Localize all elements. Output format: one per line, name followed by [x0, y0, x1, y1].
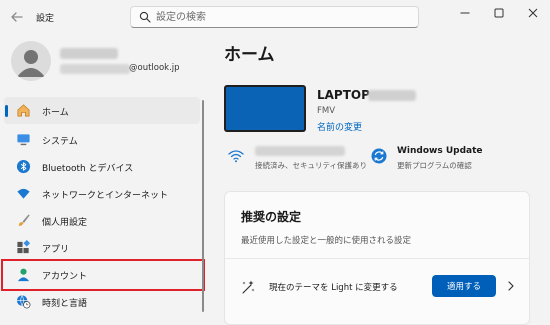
card-title: 推奨の設定 [241, 210, 302, 224]
sidebar-item-home[interactable]: ホーム [4, 97, 200, 124]
sidebar-item-label: ホーム [42, 108, 69, 118]
divider [225, 258, 529, 259]
title-bar: 設定 [0, 0, 550, 34]
sidebar-item-system[interactable]: システム [4, 126, 200, 153]
bluetooth-icon [16, 159, 31, 174]
selection-indicator [5, 105, 8, 117]
windows-update-status: 更新プログラムの確認 [397, 161, 472, 170]
minimize-icon [460, 12, 470, 14]
rename-link[interactable]: 名前の変更 [317, 120, 362, 133]
app-title: 設定 [36, 14, 55, 24]
accounts-highlight-box [1, 259, 205, 291]
brush-icon [18, 214, 30, 226]
monitor-icon [17, 134, 30, 146]
sidebar-item-label: 時刻と言語 [42, 299, 88, 309]
wifi-icon [17, 188, 30, 199]
profile-email: @outlook.jp [129, 63, 180, 73]
recommended-item-text: 現在のテーマを Light に変更する [269, 283, 398, 293]
recommended-settings-card: 推奨の設定 最近使用した設定と一般的に使用される設定 現在のテーマを Light… [224, 191, 530, 325]
search-icon [139, 11, 151, 23]
sidebar-item-apps[interactable]: アプリ [4, 234, 200, 261]
apply-button[interactable]: 適用する [432, 275, 496, 297]
sidebar-item-bluetooth[interactable]: Bluetooth とデバイス [4, 153, 200, 180]
sidebar-item-label: 個人用設定 [42, 218, 88, 228]
globe-clock-icon [16, 295, 31, 309]
device-name-redacted [368, 90, 416, 101]
device-name: LAPTOP- [317, 88, 375, 102]
device-model: FMV [317, 106, 336, 116]
sidebar-item-time-language[interactable]: 時刻と言語 [4, 288, 200, 315]
sparkle-brush-icon [242, 280, 255, 294]
device-image [224, 85, 306, 132]
home-icon [17, 104, 30, 117]
maximize-button[interactable] [482, 2, 516, 24]
profile-name-redacted [60, 48, 118, 59]
windows-update-icon [371, 148, 387, 164]
sidebar-scrollbar[interactable] [202, 100, 204, 312]
sidebar-item-label: システム [42, 137, 78, 147]
close-icon [528, 8, 538, 18]
person-avatar-icon [17, 50, 45, 77]
card-description: 最近使用した設定と一般的に使用される設定 [241, 236, 412, 246]
profile-email-redacted [60, 64, 130, 74]
chevron-right-icon[interactable] [506, 280, 516, 292]
sidebar-item-label: アプリ [42, 245, 70, 255]
windows-update-title[interactable]: Windows Update [397, 146, 483, 156]
sidebar-item-label: ネットワークとインターネット [42, 191, 169, 201]
page-title: ホーム [224, 45, 275, 65]
sidebar-item-label: Bluetooth とデバイス [42, 164, 134, 174]
search-box[interactable] [130, 6, 419, 28]
sidebar-item-personalization[interactable]: 個人用設定 [4, 207, 200, 234]
close-button[interactable] [516, 2, 550, 24]
minimize-button[interactable] [448, 2, 482, 24]
wifi-status-icon [228, 150, 244, 163]
maximize-icon [494, 8, 504, 18]
sidebar-item-network[interactable]: ネットワークとインターネット [4, 180, 200, 207]
network-name-redacted [255, 146, 345, 156]
apps-icon [17, 240, 31, 254]
device-screen [226, 87, 304, 130]
avatar[interactable] [11, 41, 51, 81]
network-status: 接続済み、セキュリティ保護あり [255, 161, 368, 170]
search-input[interactable] [156, 9, 411, 25]
back-arrow-icon[interactable] [8, 8, 26, 26]
